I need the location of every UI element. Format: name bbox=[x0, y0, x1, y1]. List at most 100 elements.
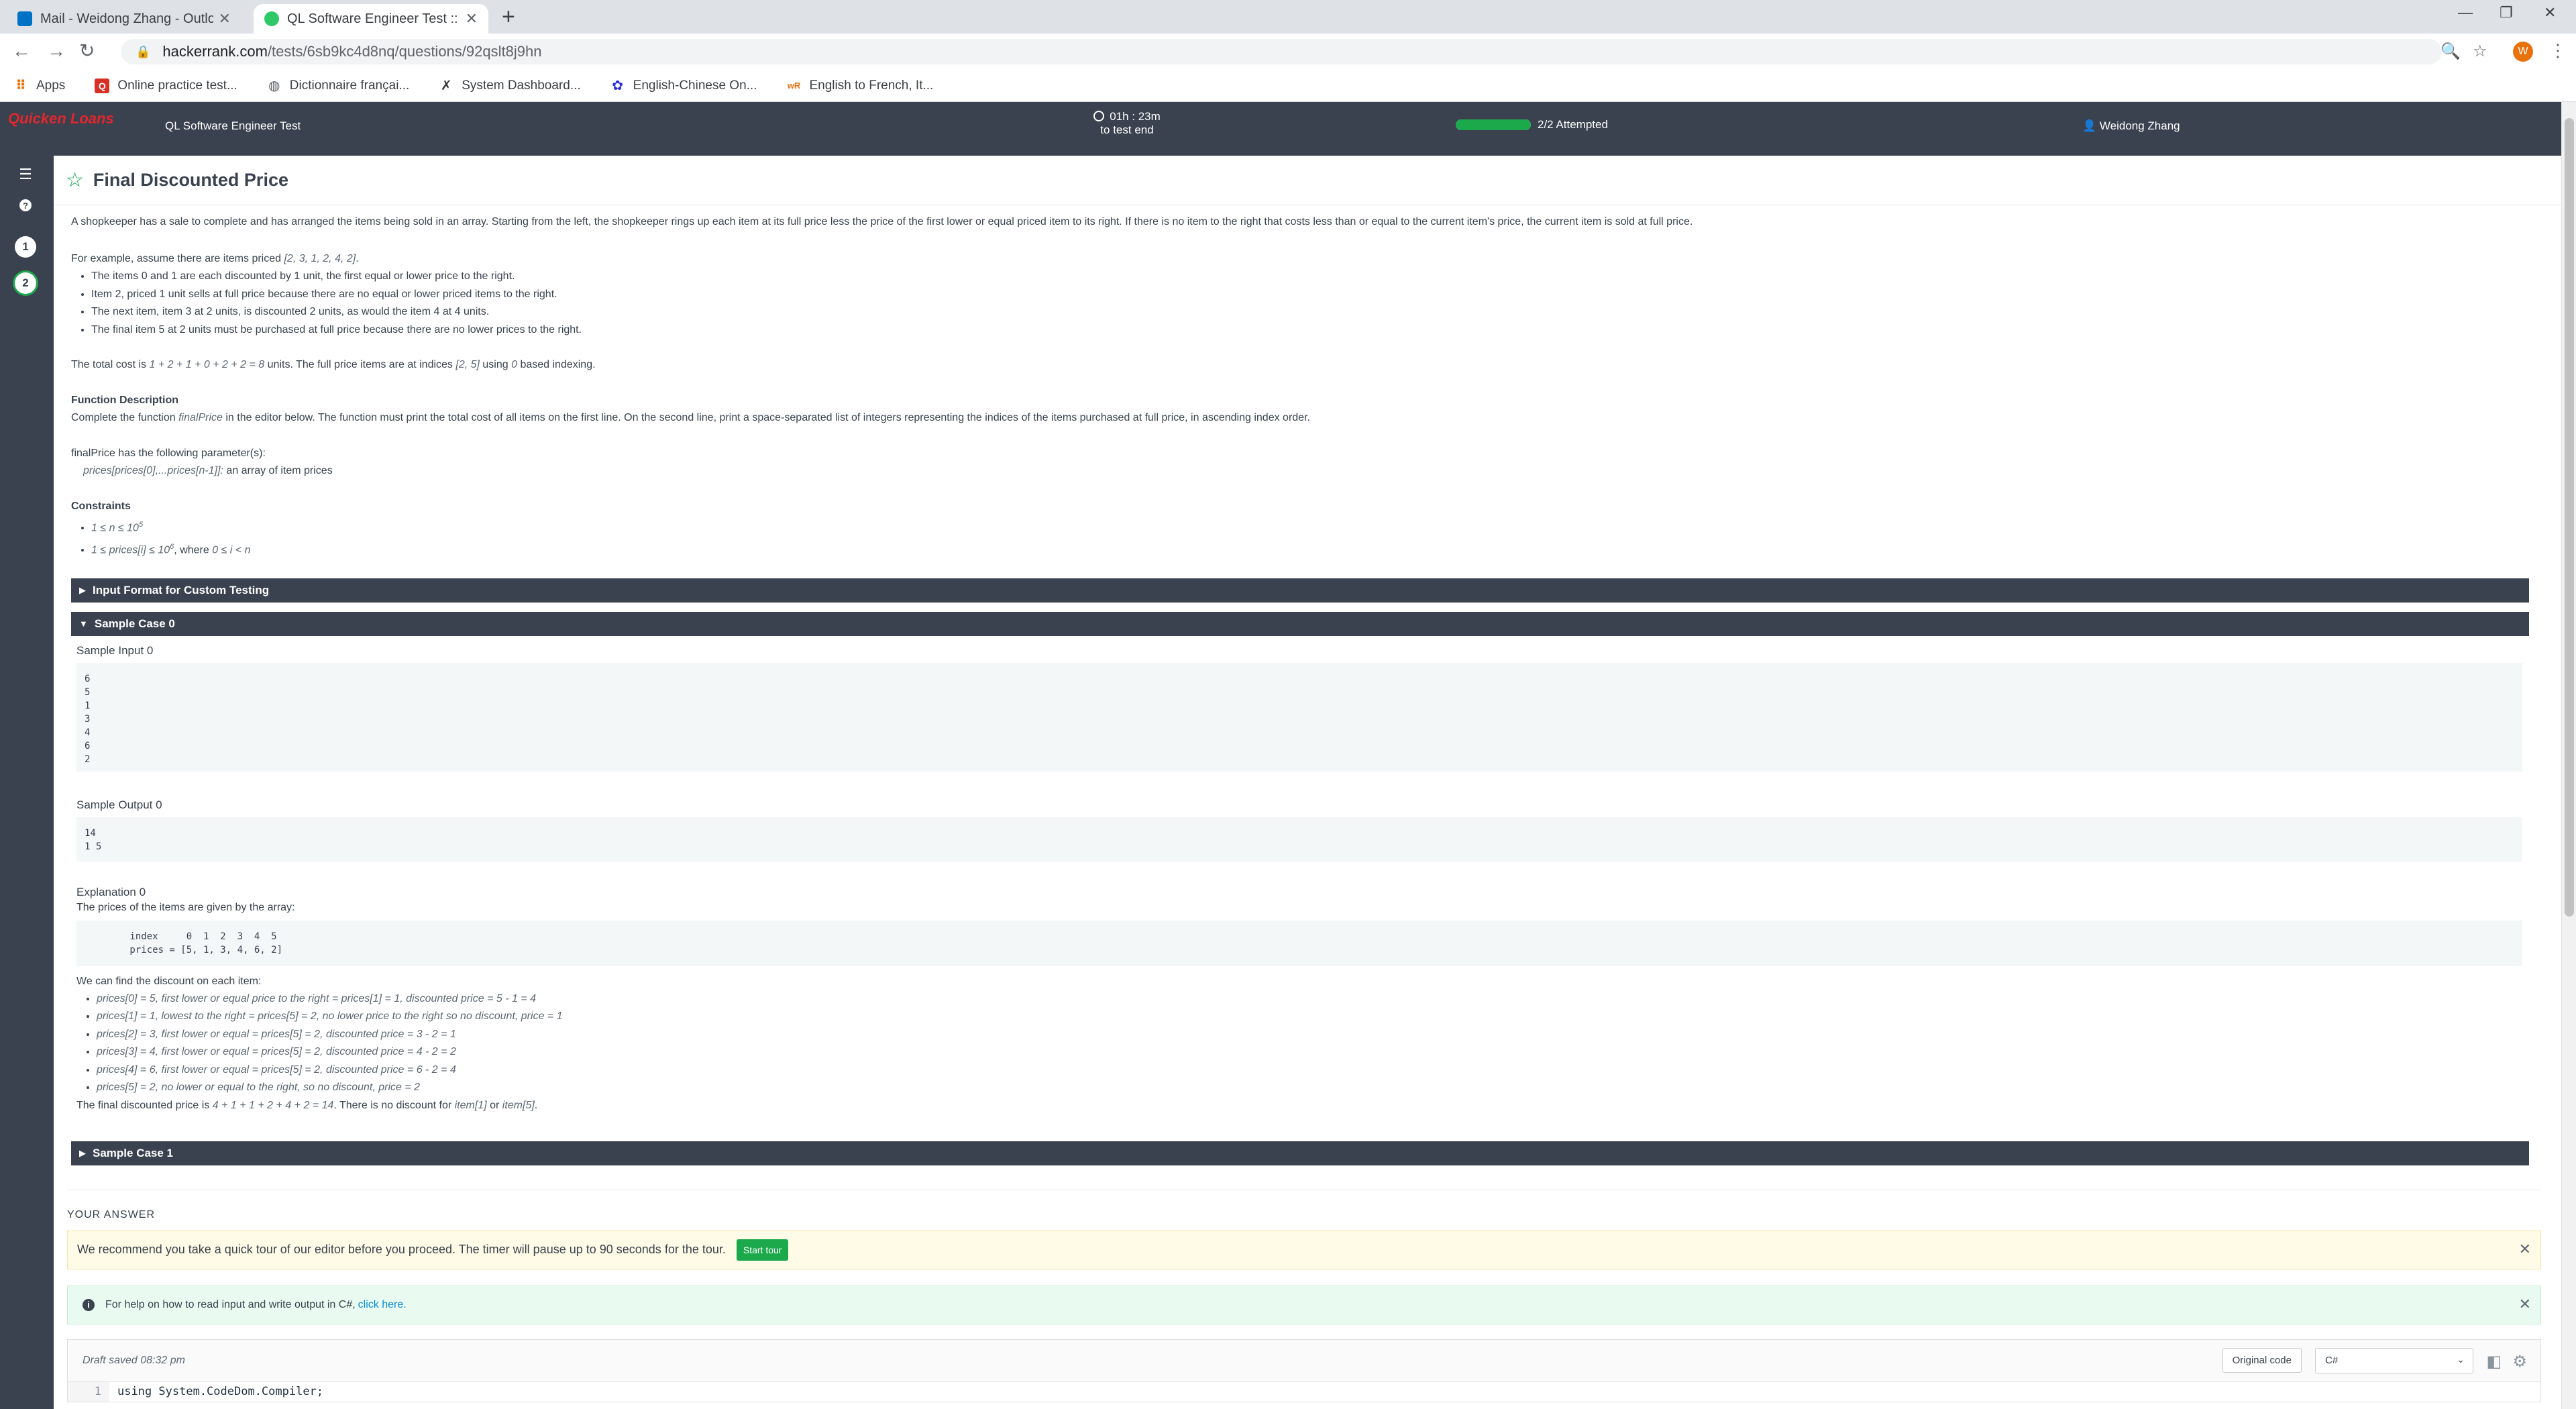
sample-input-label: Sample Input 0 bbox=[76, 643, 154, 657]
close-tab-icon[interactable]: ✕ bbox=[466, 10, 478, 28]
minimize-icon[interactable]: — bbox=[2458, 4, 2473, 21]
text: Complete the function bbox=[71, 412, 179, 423]
input-format-toggle[interactable]: ▶ Input Format for Custom Testing bbox=[71, 578, 2529, 603]
page-scrollbar[interactable] bbox=[2561, 102, 2576, 1409]
example-bullets: The items 0 and 1 are each discounted by… bbox=[91, 268, 2561, 339]
forward-icon[interactable]: → bbox=[47, 40, 66, 62]
close-tab-icon[interactable]: ✕ bbox=[219, 10, 231, 28]
constraints-list: 1 ≤ n ≤ 105 1 ≤ prices[i] ≤ 106, where 0… bbox=[91, 515, 2561, 560]
timer-caption: to test end bbox=[1100, 123, 1154, 136]
timer-value: 01h : 23m bbox=[1110, 110, 1161, 123]
array-block: index 0 1 2 3 4 5 prices = [5, 1, 3, 4, … bbox=[76, 920, 2522, 966]
help-text: For help on how to read input and write … bbox=[105, 1298, 356, 1310]
profile-avatar[interactable]: W bbox=[2513, 42, 2533, 62]
close-window-icon[interactable]: ✕ bbox=[2544, 4, 2556, 21]
explanation-label: Explanation 0 bbox=[76, 885, 146, 898]
bookmark-apps[interactable]: ⠿ Apps bbox=[13, 79, 65, 94]
text: in the editor below. The function must p… bbox=[222, 412, 1310, 423]
text: The total cost is bbox=[71, 359, 150, 370]
code-line[interactable]: using System.CodeDom.Compiler; bbox=[109, 1385, 323, 1398]
url-path: /tests/6sb9kc4d8nq/questions/92qslt8j9hn bbox=[267, 43, 542, 60]
bookmark-dictionnaire[interactable]: ◍ Dictionnaire françai... bbox=[267, 78, 410, 94]
tab-hackerrank-test[interactable]: QL Software Engineer Test :: pow ✕ bbox=[254, 4, 488, 34]
progress-fill bbox=[1456, 119, 1531, 130]
browser-menu-icon[interactable]: ⋮ bbox=[2549, 40, 2567, 61]
language-select[interactable]: C# ⌄ bbox=[2315, 1347, 2473, 1373]
list-item: The final item 5 at 2 units must be purc… bbox=[91, 321, 2561, 340]
bookmark-star-icon[interactable]: ☆ bbox=[66, 168, 84, 192]
jira-icon: ✗ bbox=[440, 79, 452, 93]
question-2-button[interactable]: 2 bbox=[13, 271, 38, 295]
discount-item: prices[1] = 1, lowest to the right = pri… bbox=[97, 1010, 563, 1023]
example-array: [2, 3, 1, 2, 4, 2] bbox=[284, 252, 356, 264]
bookmark-label: Dictionnaire françai... bbox=[289, 78, 410, 93]
section-label: Input Format for Custom Testing bbox=[93, 583, 270, 596]
address-bar[interactable]: 🔒 hackerrank.com/tests/6sb9kc4d8nq/quest… bbox=[121, 39, 2442, 64]
new-tab-button[interactable]: + bbox=[502, 5, 515, 28]
question-number: 1 bbox=[15, 236, 36, 258]
final-price-line: The final discounted price is 4 + 1 + 1 … bbox=[76, 1097, 2529, 1114]
start-tour-button[interactable]: Start tour bbox=[736, 1239, 789, 1261]
restore-icon[interactable]: ❐ bbox=[2500, 4, 2513, 21]
list-item: 1 ≤ prices[i] ≤ 106, where 0 ≤ i < n bbox=[91, 537, 2561, 560]
hackerrank-icon bbox=[264, 11, 279, 26]
original-code-button[interactable]: Original code bbox=[2222, 1347, 2302, 1373]
function-name: finalPrice bbox=[178, 412, 223, 423]
section-label: Sample Case 1 bbox=[93, 1146, 174, 1159]
list-item: prices[1] = 1, lowest to the right = pri… bbox=[97, 1008, 2529, 1026]
help-icon[interactable]: ? bbox=[13, 193, 38, 217]
discount-item: prices[0] = 5, first lower or equal pric… bbox=[97, 992, 537, 1004]
brand-logo: Quicken Loans bbox=[8, 110, 114, 127]
bookmark-star-icon[interactable]: ☆ bbox=[2473, 42, 2487, 61]
math: item[1] bbox=[454, 1099, 487, 1111]
user-name: Weidong Zhang bbox=[2099, 119, 2180, 132]
close-icon[interactable]: ✕ bbox=[2519, 1241, 2531, 1258]
close-icon[interactable]: ✕ bbox=[2519, 1296, 2531, 1313]
scrollbar-thumb[interactable] bbox=[2565, 118, 2574, 917]
bookmark-label: Online practice test... bbox=[117, 78, 237, 93]
bookmark-english-french[interactable]: wR English to French, It... bbox=[787, 79, 934, 93]
list-item: 1 ≤ n ≤ 105 bbox=[91, 515, 2561, 537]
math: [2, 5] bbox=[455, 359, 480, 370]
apps-grid-icon: ⠿ bbox=[15, 79, 26, 93]
outlook-icon bbox=[17, 11, 32, 26]
reload-icon[interactable]: ↻ bbox=[79, 40, 95, 62]
io-help-banner: i For help on how to read input and writ… bbox=[67, 1285, 2541, 1324]
zoom-icon[interactable]: 🔍 bbox=[2440, 42, 2461, 61]
section-label: Sample Case 0 bbox=[94, 617, 175, 630]
lock-icon: 🔒 bbox=[136, 44, 151, 58]
layout-toggle-icon[interactable]: ◧ bbox=[2486, 1352, 2502, 1371]
code-editor[interactable]: 1 using System.CodeDom.Compiler; bbox=[67, 1381, 2541, 1402]
discount-item: prices[2] = 3, first lower or equal = pr… bbox=[97, 1028, 456, 1040]
sample-case-1-toggle[interactable]: ▶ Sample Case 1 bbox=[71, 1141, 2529, 1165]
list-item: The items 0 and 1 are each discounted by… bbox=[91, 268, 2561, 286]
discount-item: prices[4] = 6, first lower or equal = pr… bbox=[97, 1063, 456, 1076]
tab-label: Mail - Weidong Zhang - Outlook bbox=[40, 11, 213, 26]
bookmark-english-chinese[interactable]: ✿ English-Chinese On... bbox=[610, 79, 757, 94]
text: or bbox=[486, 1099, 502, 1111]
menu-list-icon[interactable]: ☰ bbox=[13, 162, 38, 187]
sample-case-0-toggle[interactable]: ▼ Sample Case 0 bbox=[71, 611, 2529, 636]
caret-down-icon: ▼ bbox=[79, 619, 88, 629]
math: 1 ≤ n ≤ 10 bbox=[91, 522, 139, 534]
list-item: Item 2, priced 1 unit sells at full pric… bbox=[91, 286, 2561, 304]
user-menu[interactable]: 👤 Weidong Zhang bbox=[2082, 119, 2180, 133]
problem-intro: A shopkeeper has a sale to complete and … bbox=[71, 216, 1693, 227]
test-timer: 01h : 23m to test end bbox=[1073, 110, 1181, 137]
sample-case-0-body: Sample Input 0 6 5 1 3 4 6 2 Sample Outp… bbox=[71, 636, 2529, 1114]
answer-section: YOUR ANSWER We recommend you take a quic… bbox=[54, 1190, 2541, 1402]
sample-output-block: 14 1 5 bbox=[76, 817, 2522, 862]
tab-outlook-mail[interactable]: Mail - Weidong Zhang - Outlook ✕ bbox=[7, 4, 241, 34]
function-description: Complete the function finalPrice in the … bbox=[71, 409, 2561, 427]
list-item: prices[4] = 6, first lower or equal = pr… bbox=[97, 1061, 2529, 1080]
example-tail: . bbox=[356, 252, 359, 264]
list-item: prices[2] = 3, first lower or equal = pr… bbox=[97, 1026, 2529, 1044]
bookmark-online-practice[interactable]: Q Online practice test... bbox=[95, 78, 237, 93]
attempt-progress: 2/2 Attempted bbox=[1456, 118, 1608, 132]
constraints-heading: Constraints bbox=[71, 500, 131, 512]
back-icon[interactable]: ← bbox=[12, 40, 31, 62]
help-link[interactable]: click here. bbox=[358, 1299, 407, 1311]
bookmark-system-dashboard[interactable]: ✗ System Dashboard... bbox=[439, 79, 581, 94]
settings-gear-icon[interactable]: ⚙ bbox=[2512, 1352, 2527, 1371]
question-1-button[interactable]: 1 bbox=[13, 235, 38, 259]
